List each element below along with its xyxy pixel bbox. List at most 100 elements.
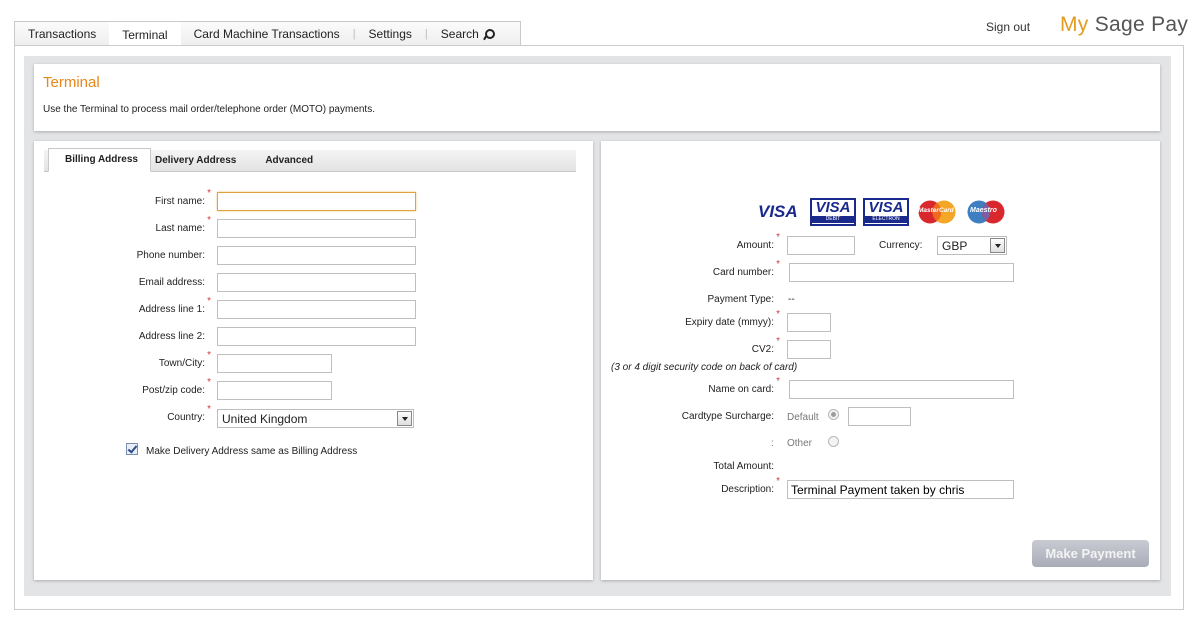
required-marker: *	[776, 309, 780, 320]
tab-label: Search	[440, 27, 479, 41]
tab-transactions[interactable]: Transactions	[15, 22, 109, 46]
first-name-row: First name: *	[100, 188, 211, 212]
card-number-row: Card number: *	[650, 259, 780, 283]
description-row: Description: *	[650, 476, 780, 500]
expiry-label: Expiry date (mmyy):	[685, 317, 774, 328]
required-marker: *	[207, 188, 211, 199]
surcharge-other-radio[interactable]	[828, 436, 839, 447]
name-on-card-label: Name on card:	[708, 384, 774, 395]
name-on-card-row: Name on card: *	[650, 376, 780, 400]
make-payment-button[interactable]: Make Payment	[1032, 540, 1149, 567]
sign-out-link[interactable]: Sign out	[986, 20, 1030, 34]
total-row: Total Amount:	[650, 457, 774, 477]
surcharge-row: Cardtype Surcharge:	[650, 407, 774, 427]
country-select[interactable]: United Kingdom	[217, 409, 414, 428]
name-on-card-input[interactable]	[789, 380, 1014, 399]
visa-debit-sub: DEBIT	[812, 216, 854, 223]
main-nav: Transactions Terminal Card Machine Trans…	[14, 21, 521, 48]
country-label: Country:	[167, 412, 205, 423]
postcode-input[interactable]	[217, 381, 332, 400]
brand-logo: My Sage Pay	[1060, 13, 1188, 37]
expiry-input[interactable]	[787, 313, 831, 332]
required-marker: *	[207, 296, 211, 307]
description-label: Description:	[721, 484, 774, 495]
cv2-label: CV2:	[751, 344, 774, 355]
currency-select[interactable]: GBP	[937, 236, 1007, 255]
required-marker: *	[776, 259, 780, 270]
tab-delivery-address[interactable]: Delivery Address	[151, 155, 251, 171]
surcharge-other-label: Other	[787, 438, 813, 449]
country-row: Country: *	[100, 404, 211, 428]
payment-type-row: Payment Type:	[650, 290, 774, 310]
tab-advanced[interactable]: Advanced	[251, 155, 328, 171]
visa-text: VISA	[758, 202, 798, 221]
required-marker: *	[207, 350, 211, 361]
surcharge-label: Cardtype Surcharge:	[681, 411, 774, 422]
tab-label: Terminal	[122, 27, 168, 42]
country-value: United Kingdom	[222, 412, 308, 426]
chevron-down-icon	[397, 411, 412, 426]
surcharge-default-radio[interactable]	[828, 409, 839, 420]
address2-row: Address line 2:	[100, 327, 205, 347]
tab-label: Settings	[368, 27, 412, 41]
currency-label: Currency:	[879, 240, 923, 251]
required-marker: *	[207, 215, 211, 226]
brand-name: Sage Pay	[1094, 13, 1189, 36]
phone-input[interactable]	[217, 246, 416, 265]
tab-terminal[interactable]: Terminal	[109, 21, 181, 48]
surcharge-default-label: Default	[787, 412, 819, 423]
last-name-input[interactable]	[217, 219, 416, 238]
required-marker: *	[776, 232, 780, 243]
last-name-label: Last name:	[155, 223, 205, 234]
payment-type-label: Payment Type:	[707, 294, 774, 305]
mastercard-text: MasterCard	[918, 207, 954, 214]
search-icon	[483, 28, 495, 40]
first-name-input[interactable]	[217, 192, 416, 211]
amount-row: Amount: *	[650, 232, 780, 256]
brand-my: My	[1060, 13, 1089, 36]
tab-search[interactable]: Search	[428, 22, 506, 46]
surcharge-input[interactable]	[848, 407, 911, 426]
visa-electron-sub: ELECTRON	[865, 216, 907, 223]
cv2-input[interactable]	[787, 340, 831, 359]
town-row: Town/City: *	[100, 350, 211, 374]
mastercard-logo: MasterCard	[917, 200, 957, 224]
email-input[interactable]	[217, 273, 416, 292]
required-marker: *	[776, 376, 780, 387]
tab-settings[interactable]: Settings	[356, 22, 425, 46]
cv2-row: CV2: *	[650, 336, 780, 360]
address2-input[interactable]	[217, 327, 416, 346]
postcode-label: Post/zip code:	[142, 385, 205, 396]
description-input[interactable]	[787, 480, 1014, 499]
intro-panel: Terminal Use the Terminal to process mai…	[34, 64, 1160, 131]
card-number-label: Card number:	[712, 267, 774, 278]
page-description: Use the Terminal to process mail order/t…	[43, 104, 375, 115]
required-marker: *	[207, 377, 211, 388]
visa-debit-logo: VISA DEBIT	[810, 198, 856, 226]
address1-input[interactable]	[217, 300, 416, 319]
required-marker: *	[776, 476, 780, 487]
tab-card-machine-transactions[interactable]: Card Machine Transactions	[181, 22, 353, 46]
page-title: Terminal	[43, 74, 100, 91]
visa-debit-text: VISA	[815, 199, 851, 216]
tab-label: Card Machine Transactions	[193, 27, 340, 41]
visa-electron-text: VISA	[868, 199, 904, 216]
maestro-text: Maestro	[970, 207, 997, 214]
tab-billing-address[interactable]: Billing Address	[48, 148, 151, 172]
address1-label: Address line 1:	[138, 304, 205, 315]
payment-type-value: --	[788, 294, 795, 305]
expiry-row: Expiry date (mmyy): *	[650, 309, 780, 333]
cv2-hint: (3 or 4 digit security code on back of c…	[611, 362, 798, 373]
total-label: Total Amount:	[713, 461, 774, 472]
address-tabs: Billing Address Delivery Address Advance…	[44, 148, 576, 172]
card-number-input[interactable]	[789, 263, 1014, 282]
same-address-checkbox[interactable]	[126, 443, 138, 455]
visa-electron-logo: VISA ELECTRON	[863, 198, 909, 226]
required-marker: *	[207, 404, 211, 415]
same-address-label: Make Delivery Address same as Billing Ad…	[146, 446, 358, 457]
surcharge-colon: :	[771, 438, 774, 449]
address1-row: Address line 1: *	[100, 296, 211, 320]
amount-input[interactable]	[787, 236, 855, 255]
visa-logo: VISA	[758, 202, 802, 230]
town-input[interactable]	[217, 354, 332, 373]
